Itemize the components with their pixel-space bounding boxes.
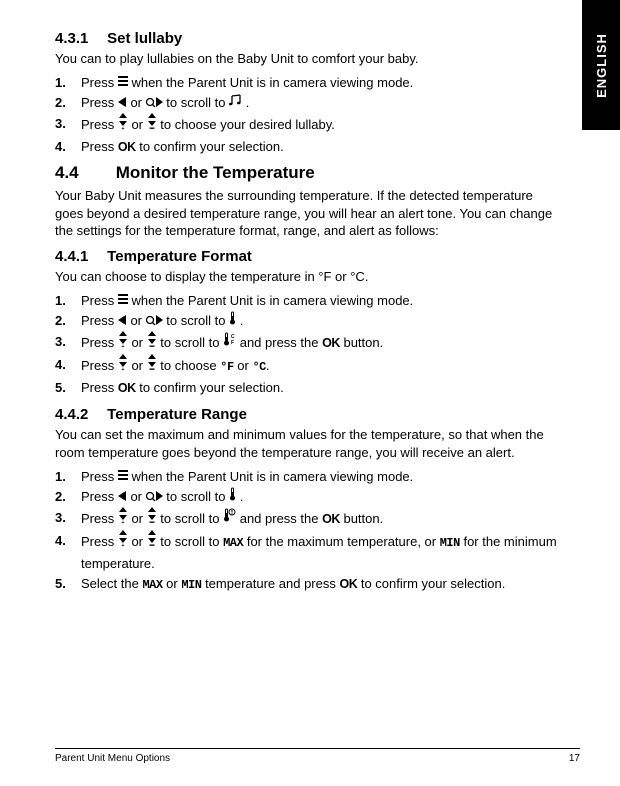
footer-page: 17 [569, 753, 580, 764]
ok-icon: OK [322, 512, 340, 526]
brightness-up-icon [118, 331, 128, 354]
right-arrow-icon [146, 487, 163, 507]
intro-44: Your Baby Unit measures the surrounding … [55, 187, 560, 240]
music-icon [229, 93, 242, 113]
ok-icon: OK [339, 577, 357, 591]
list-item: Press when the Parent Unit is in camera … [55, 467, 560, 488]
left-arrow-icon [118, 311, 127, 331]
list-item: Select the MAX or MIN temperature and pr… [55, 574, 560, 595]
steps-442: Press when the Parent Unit is in camera … [55, 467, 560, 595]
list-item: Press OK to confirm your selection. [55, 137, 560, 157]
list-item: Press or to scroll to . [55, 93, 560, 114]
min-label: MIN [440, 536, 460, 550]
celsius-label: °C [252, 360, 265, 374]
steps-441: Press when the Parent Unit is in camera … [55, 291, 560, 399]
page-footer: Parent Unit Menu Options 17 [55, 748, 580, 764]
list-item: Press or to choose °F or °C. [55, 355, 560, 378]
heading-442: 4.4.2 Temperature Range [55, 406, 560, 423]
brightness-down-icon [147, 530, 157, 553]
menu-icon [118, 290, 128, 310]
brightness-up-icon [118, 530, 128, 553]
footer-title: Parent Unit Menu Options [55, 753, 170, 764]
list-item: Press OK to confirm your selection. [55, 378, 560, 398]
list-item: Press or to choose your desired lullaby. [55, 114, 560, 137]
heading-441: 4.4.1 Temperature Format [55, 248, 560, 265]
brightness-up-icon [118, 354, 128, 377]
language-tab: ENGLISH [582, 0, 620, 130]
list-item: Press when the Parent Unit is in camera … [55, 291, 560, 312]
max-label: MAX [142, 578, 162, 592]
ok-icon: OK [118, 381, 136, 395]
steps-431: Press when the Parent Unit is in camera … [55, 73, 560, 158]
brightness-up-icon [118, 507, 128, 530]
brightness-down-icon [147, 354, 157, 377]
list-item: Press or to scroll to and press the OK b… [55, 332, 560, 355]
list-item: Press or to scroll to and press the OK b… [55, 508, 560, 531]
thermometer-icon [229, 311, 236, 331]
right-arrow-icon [146, 311, 163, 331]
brightness-up-icon [118, 113, 128, 136]
thermometer-icon [229, 487, 236, 507]
menu-icon [118, 72, 128, 92]
fahrenheit-label: °F [220, 360, 233, 374]
brightness-down-icon [147, 331, 157, 354]
language-tab-label: ENGLISH [594, 33, 609, 98]
heading-44: 4.4 Monitor the Temperature [55, 163, 560, 183]
list-item: Press when the Parent Unit is in camera … [55, 73, 560, 94]
left-arrow-icon [118, 487, 127, 507]
ok-icon: OK [322, 336, 340, 350]
left-arrow-icon [118, 93, 127, 113]
max-label: MAX [223, 536, 243, 550]
list-item: Press or to scroll to MAX for the maximu… [55, 531, 560, 574]
intro-431: You can to play lullabies on the Baby Un… [55, 50, 560, 68]
right-arrow-icon [146, 93, 163, 113]
ok-icon: OK [118, 140, 136, 154]
list-item: Press or to scroll to . [55, 311, 560, 332]
intro-442: You can set the maximum and minimum valu… [55, 426, 560, 461]
intro-441: You can choose to display the temperatur… [55, 268, 560, 286]
min-label: MIN [181, 578, 201, 592]
brightness-down-icon [147, 113, 157, 136]
page-content: 4.3.1 Set lullaby You can to play lullab… [55, 22, 560, 601]
menu-icon [118, 466, 128, 486]
thermometer-cf-icon [223, 332, 236, 352]
thermometer-alert-icon [223, 508, 236, 528]
list-item: Press or to scroll to . [55, 487, 560, 508]
heading-431: 4.3.1 Set lullaby [55, 30, 560, 47]
brightness-down-icon [147, 507, 157, 530]
